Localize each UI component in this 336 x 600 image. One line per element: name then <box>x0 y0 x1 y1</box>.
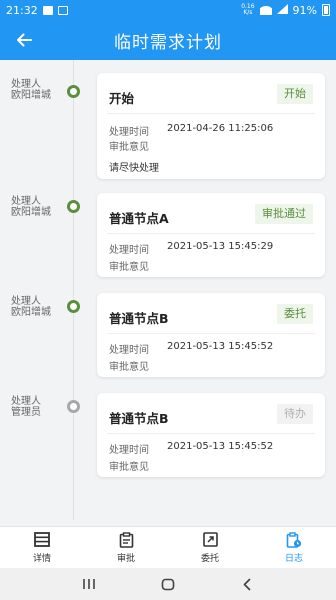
external-link-icon <box>202 532 218 548</box>
comment-row: 审批意见 <box>109 138 167 153</box>
tab-label: 详情 <box>32 553 51 564</box>
handler-label: 处理人 <box>11 396 41 407</box>
timeline-dot-pending <box>67 400 80 413</box>
time-value: 2021-05-13 15:45:29 <box>167 241 274 252</box>
tab-label: 委托 <box>200 553 219 564</box>
status-badge: 待办 <box>277 404 313 424</box>
tab-label: 审批 <box>116 553 135 564</box>
divider <box>107 233 315 234</box>
comment-label: 审批意见 <box>109 462 149 473</box>
time-label: 处理时间 <box>109 345 149 356</box>
time-value: 2021-05-13 15:45:52 <box>167 441 274 452</box>
time-row: 处理时间 2021-04-26 11:25:06 <box>109 123 273 138</box>
timeline-dot <box>67 200 80 213</box>
signal-icon <box>276 3 288 17</box>
handler-name: 欧阳增城 <box>11 207 51 218</box>
page-title: 临时需求计划 <box>114 32 222 53</box>
back-nav-button[interactable] <box>235 574 259 594</box>
node-title: 普通节点B <box>109 311 169 326</box>
handler-info: 处理人 欧阳增城 <box>11 79 59 101</box>
app-bar: 临时需求计划 <box>0 20 336 60</box>
home-button[interactable] <box>156 574 180 594</box>
handler-name: 欧阳增城 <box>11 307 51 318</box>
handler-label: 处理人 <box>11 79 41 90</box>
chevron-left-icon <box>243 578 250 590</box>
divider <box>107 433 315 434</box>
comment-row: 审批意见 <box>109 458 167 473</box>
handler-label: 处理人 <box>11 196 41 207</box>
clipboard-icon <box>118 531 134 548</box>
network-speed-unit: K/s <box>243 9 253 16</box>
timeline-dot <box>67 85 80 98</box>
tab-label: 日志 <box>284 553 303 564</box>
divider <box>107 113 315 114</box>
timeline-dot <box>67 300 80 313</box>
comment-label: 审批意见 <box>109 362 149 373</box>
comment-row: 审批意见 <box>109 258 167 273</box>
recent-apps-icon <box>83 579 96 589</box>
divider <box>107 333 315 334</box>
network-speed: 0.16 K/s <box>241 4 254 16</box>
tab-log[interactable]: 日志 <box>252 527 336 568</box>
list-icon <box>34 532 50 548</box>
tab-delegate[interactable]: 委托 <box>168 527 252 568</box>
home-icon <box>161 578 175 590</box>
handler-info: 处理人 欧阳增城 <box>11 196 59 218</box>
handler-name: 欧阳增城 <box>11 90 51 101</box>
wifi-icon <box>259 5 272 15</box>
time-label: 处理时间 <box>109 127 149 138</box>
battery-icon <box>322 4 330 16</box>
status-badge: 审批通过 <box>255 204 313 224</box>
bottom-tab-bar: 详情 审批 委托 日志 <box>0 526 336 568</box>
time-value: 2021-04-26 11:25:06 <box>167 123 274 134</box>
time-label: 处理时间 <box>109 245 149 256</box>
comment-label: 审批意见 <box>109 262 149 273</box>
image-notification-icon <box>42 5 53 15</box>
timeline-line <box>73 60 74 520</box>
comment-row: 审批意见 <box>109 358 167 373</box>
handler-info: 处理人 管理员 <box>11 396 59 418</box>
log-card: 普通节点B 待办 处理时间 2021-05-13 15:45:52 审批意见 <box>97 393 325 477</box>
arrow-left-icon <box>17 33 32 47</box>
handler-info: 处理人 欧阳增城 <box>11 296 59 318</box>
comment-text: 请尽快处理 <box>109 163 159 174</box>
battery-percent: 91% <box>292 3 317 17</box>
handler-name: 管理员 <box>11 407 41 418</box>
node-title: 普通节点A <box>109 211 169 226</box>
time-row: 处理时间 2021-05-13 15:45:52 <box>109 441 273 456</box>
time-row: 处理时间 2021-05-13 15:45:29 <box>109 241 273 256</box>
comment-label: 审批意见 <box>109 142 149 153</box>
system-nav-bar <box>0 568 336 600</box>
log-card: 普通节点A 审批通过 处理时间 2021-05-13 15:45:29 审批意见 <box>97 193 325 277</box>
time-row: 处理时间 2021-05-13 15:45:52 <box>109 341 273 356</box>
node-title: 普通节点B <box>109 411 169 426</box>
log-card: 普通节点B 委托 处理时间 2021-05-13 15:45:52 审批意见 <box>97 293 325 377</box>
back-button[interactable] <box>10 26 38 54</box>
time-value: 2021-05-13 15:45:52 <box>167 341 274 352</box>
status-time: 21:32 <box>6 3 38 17</box>
node-title: 开始 <box>109 91 135 106</box>
tab-details[interactable]: 详情 <box>0 527 84 568</box>
recent-apps-button[interactable] <box>77 574 101 594</box>
handler-label: 处理人 <box>11 296 41 307</box>
time-label: 处理时间 <box>109 445 149 456</box>
status-badge: 委托 <box>277 304 313 324</box>
status-badge: 开始 <box>277 84 313 104</box>
clipboard-clock-icon <box>286 531 302 548</box>
log-card: 开始 开始 处理时间 2021-04-26 11:25:06 审批意见 请尽快处… <box>97 73 325 179</box>
status-bar: 21:32 0.16 K/s 91% <box>0 0 336 20</box>
message-notification-icon <box>57 5 68 15</box>
tab-approve[interactable]: 审批 <box>84 527 168 568</box>
